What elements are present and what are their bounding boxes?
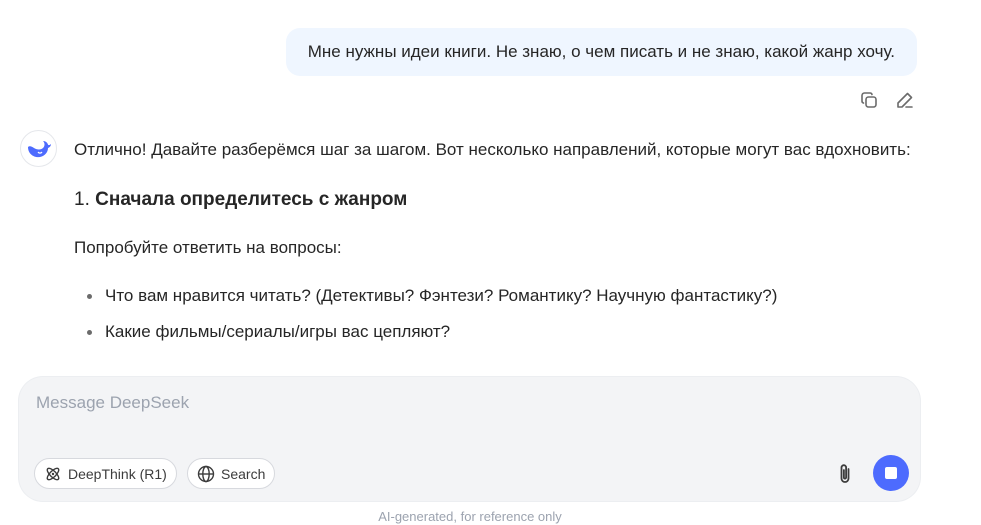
section-heading: 1. Сначала определитесь с жанром — [74, 184, 924, 216]
section-number: 1. — [74, 189, 90, 210]
user-message-bubble: Мне нужны идеи книги. Не знаю, о чем пис… — [285, 28, 917, 76]
assistant-avatar — [20, 130, 57, 167]
stop-generating-button[interactable] — [873, 455, 909, 491]
answer-intro: Отлично! Давайте разберёмся шаг за шагом… — [74, 140, 911, 159]
assistant-answer: Отлично! Давайте разберёмся шаг за шагом… — [74, 134, 924, 350]
user-message-text: Мне нужны идеи книги. Не знаю, о чем пис… — [307, 42, 895, 61]
deepseek-whale-icon — [27, 140, 51, 157]
list-item: Какие фильмы/сериалы/игры вас цепляют? — [74, 314, 924, 350]
bullet-list: Что вам нравится читать? (Детективы? Фэн… — [74, 278, 924, 350]
copy-button[interactable] — [857, 88, 881, 112]
section-title: Сначала определитесь с жанром — [95, 189, 408, 210]
user-message-actions — [857, 88, 917, 112]
copy-icon — [861, 92, 877, 108]
edit-button[interactable] — [893, 88, 917, 112]
question-lead: Попробуйте ответить на вопросы: — [74, 238, 342, 257]
edit-icon — [897, 92, 913, 108]
deepthink-toggle[interactable]: DeepThink (R1) — [34, 458, 177, 489]
atom-icon — [46, 467, 60, 480]
deepthink-label: DeepThink (R1) — [68, 465, 167, 482]
globe-icon — [197, 465, 215, 482]
disclaimer-note: AI-generated, for reference only — [378, 509, 562, 524]
paperclip-icon — [840, 464, 850, 483]
stop-icon — [885, 467, 897, 479]
list-item: Что вам нравится читать? (Детективы? Фэн… — [74, 278, 924, 314]
search-toggle[interactable]: Search — [187, 458, 276, 489]
message-input[interactable] — [36, 393, 816, 413]
search-label: Search — [221, 465, 266, 482]
chat-page: Мне нужны идеи книги. Не знаю, о чем пис… — [0, 0, 981, 525]
attach-button[interactable] — [833, 460, 857, 488]
message-composer: DeepThink (R1) Search — [19, 377, 920, 501]
